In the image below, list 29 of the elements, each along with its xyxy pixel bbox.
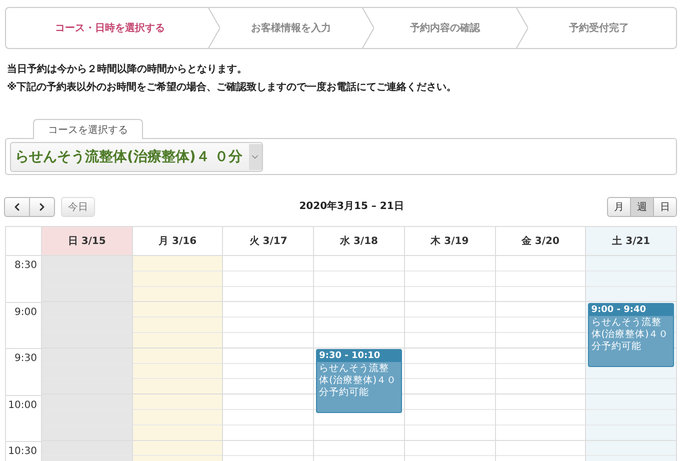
course-tab[interactable]: コースを選択する [33, 119, 143, 139]
calendar-title: 2020年3月15 – 21日 [298, 200, 405, 213]
time-label: 9:30 [14, 353, 37, 366]
view-button[interactable]: 月 [607, 197, 631, 217]
calendar-event[interactable]: 9:30 - 10:10 らせんそう流整体(治療整体)４０分予約可能 [316, 349, 402, 413]
caret-icon [248, 144, 262, 170]
step-label: お客様情報を入力 [250, 21, 331, 35]
step-label: 予約受付完了 [568, 21, 629, 35]
course-select[interactable]: らせんそう流整体(治療整体)４ ０分 [10, 142, 263, 172]
time-label: 9:00 [14, 307, 37, 320]
notice-text: ※下記の予約表以外のお時間をご希望の場合、ご確認致しますので一度お電話にてご連絡ください。 [7, 81, 458, 95]
calendar-event[interactable]: 9:00 - 9:40 らせんそう流整体(治療整体)４０分予約可能 [588, 303, 674, 367]
day-header: 金 3/20 [494, 227, 586, 256]
day-header: 水 3/18 [313, 227, 404, 256]
time-label: 10:30 [8, 446, 37, 459]
previous-button[interactable] [4, 197, 30, 217]
day-header: 月 3/16 [132, 227, 222, 256]
day-header: 木 3/19 [404, 227, 495, 256]
day-header: 土 3/21 [585, 227, 676, 256]
view-button[interactable]: 週 [630, 197, 654, 217]
next-button[interactable] [29, 197, 55, 217]
day-header: 日 3/15 [41, 227, 132, 256]
day-header: 火 3/17 [222, 227, 314, 256]
step-label: 予約内容の確認 [410, 21, 480, 35]
view-button[interactable]: 日 [653, 197, 677, 217]
step-label: コース・日時を選択する [54, 22, 165, 35]
notice-text: 当日予約は今から２時間以降の時間からとなります。 [7, 63, 248, 77]
time-label: 8:30 [14, 260, 37, 273]
time-label: 10:00 [8, 400, 37, 413]
